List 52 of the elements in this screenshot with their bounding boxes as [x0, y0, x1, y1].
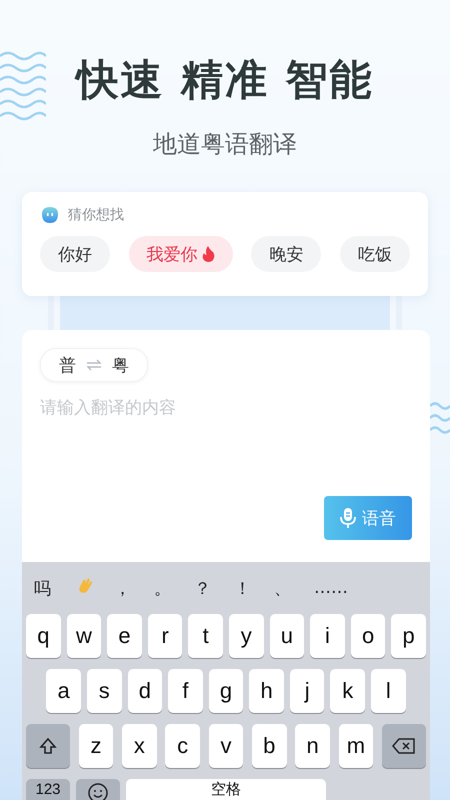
suggestion-chip[interactable]: 你好 — [40, 236, 110, 272]
numbers-key[interactable]: 123 — [26, 779, 70, 800]
source-language: 普 — [59, 354, 76, 376]
letter-key[interactable]: a — [46, 669, 81, 713]
letter-key[interactable]: m — [338, 724, 374, 768]
letter-key[interactable]: p — [391, 614, 426, 658]
backspace-icon — [392, 737, 416, 755]
letter-key[interactable]: u — [270, 614, 304, 658]
letter-key[interactable]: g — [208, 669, 244, 713]
letter-key[interactable]: y — [229, 614, 264, 658]
letter-key[interactable]: s — [86, 669, 122, 713]
suggestion-chip[interactable]: 我爱你 — [128, 236, 233, 272]
candidate-word[interactable]: 、 — [274, 576, 314, 600]
letter-key[interactable]: l — [371, 669, 406, 713]
space-key[interactable]: 空格 — [126, 779, 326, 800]
shift-key[interactable] — [26, 724, 70, 768]
letter-key[interactable]: h — [249, 669, 284, 713]
letter-key[interactable]: k — [330, 669, 366, 713]
candidate-word[interactable]: ， — [114, 576, 154, 600]
letter-key[interactable]: w — [66, 614, 102, 658]
suggestions-label: 猜你想找 — [68, 206, 124, 224]
letter-key[interactable]: d — [128, 669, 162, 713]
suggestion-chip[interactable]: 晚安 — [251, 236, 322, 272]
candidate-word[interactable]: ！ — [234, 576, 274, 600]
letter-key[interactable]: r — [148, 614, 182, 658]
microphone-icon — [340, 507, 356, 529]
target-language: 粤 — [112, 354, 129, 376]
subtitle: 地道粤语翻译 — [153, 129, 297, 160]
letter-key[interactable]: i — [310, 614, 345, 658]
mascot-icon — [40, 206, 60, 224]
letter-key[interactable]: e — [107, 614, 142, 658]
smiley-icon — [87, 782, 109, 800]
letter-key[interactable]: x — [122, 724, 157, 768]
letter-key[interactable]: b — [252, 724, 287, 768]
candidate-word[interactable]: 吗 — [34, 576, 74, 600]
letter-key[interactable]: n — [295, 724, 330, 768]
candidate-word[interactable]: ？ — [194, 576, 234, 600]
letter-key[interactable]: j — [290, 669, 324, 713]
letter-key[interactable]: v — [208, 724, 244, 768]
candidate-word[interactable]: 。 — [154, 576, 194, 600]
input-card[interactable]: 普 粤 请输入翻译的内容 语音 — [22, 330, 430, 562]
letter-key[interactable]: c — [165, 724, 200, 768]
letter-key[interactable]: t — [188, 614, 223, 658]
letter-key[interactable]: q — [26, 614, 61, 658]
shift-icon — [38, 736, 58, 756]
letter-key[interactable]: o — [350, 614, 386, 658]
letter-key[interactable]: f — [168, 669, 203, 713]
letter-key[interactable]: z — [78, 724, 114, 768]
delete-key[interactable] — [382, 724, 426, 768]
suggestion-chip[interactable]: 吃饭 — [340, 236, 410, 272]
candidate-word[interactable]: …… — [314, 578, 354, 598]
headline: 快速 精准 智能 — [76, 54, 374, 106]
